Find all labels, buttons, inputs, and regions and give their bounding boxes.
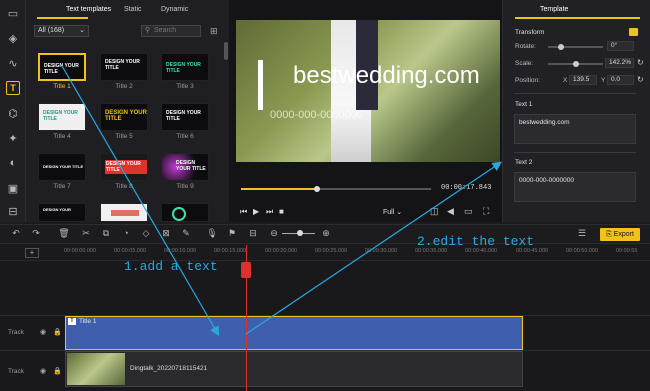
- annotation-add-text: 1.add a text: [124, 259, 218, 274]
- annotation-edit-text: 2.edit the text: [417, 234, 535, 249]
- arrow-add-text: [61, 65, 220, 337]
- annotation-arrows: [61, 65, 502, 337]
